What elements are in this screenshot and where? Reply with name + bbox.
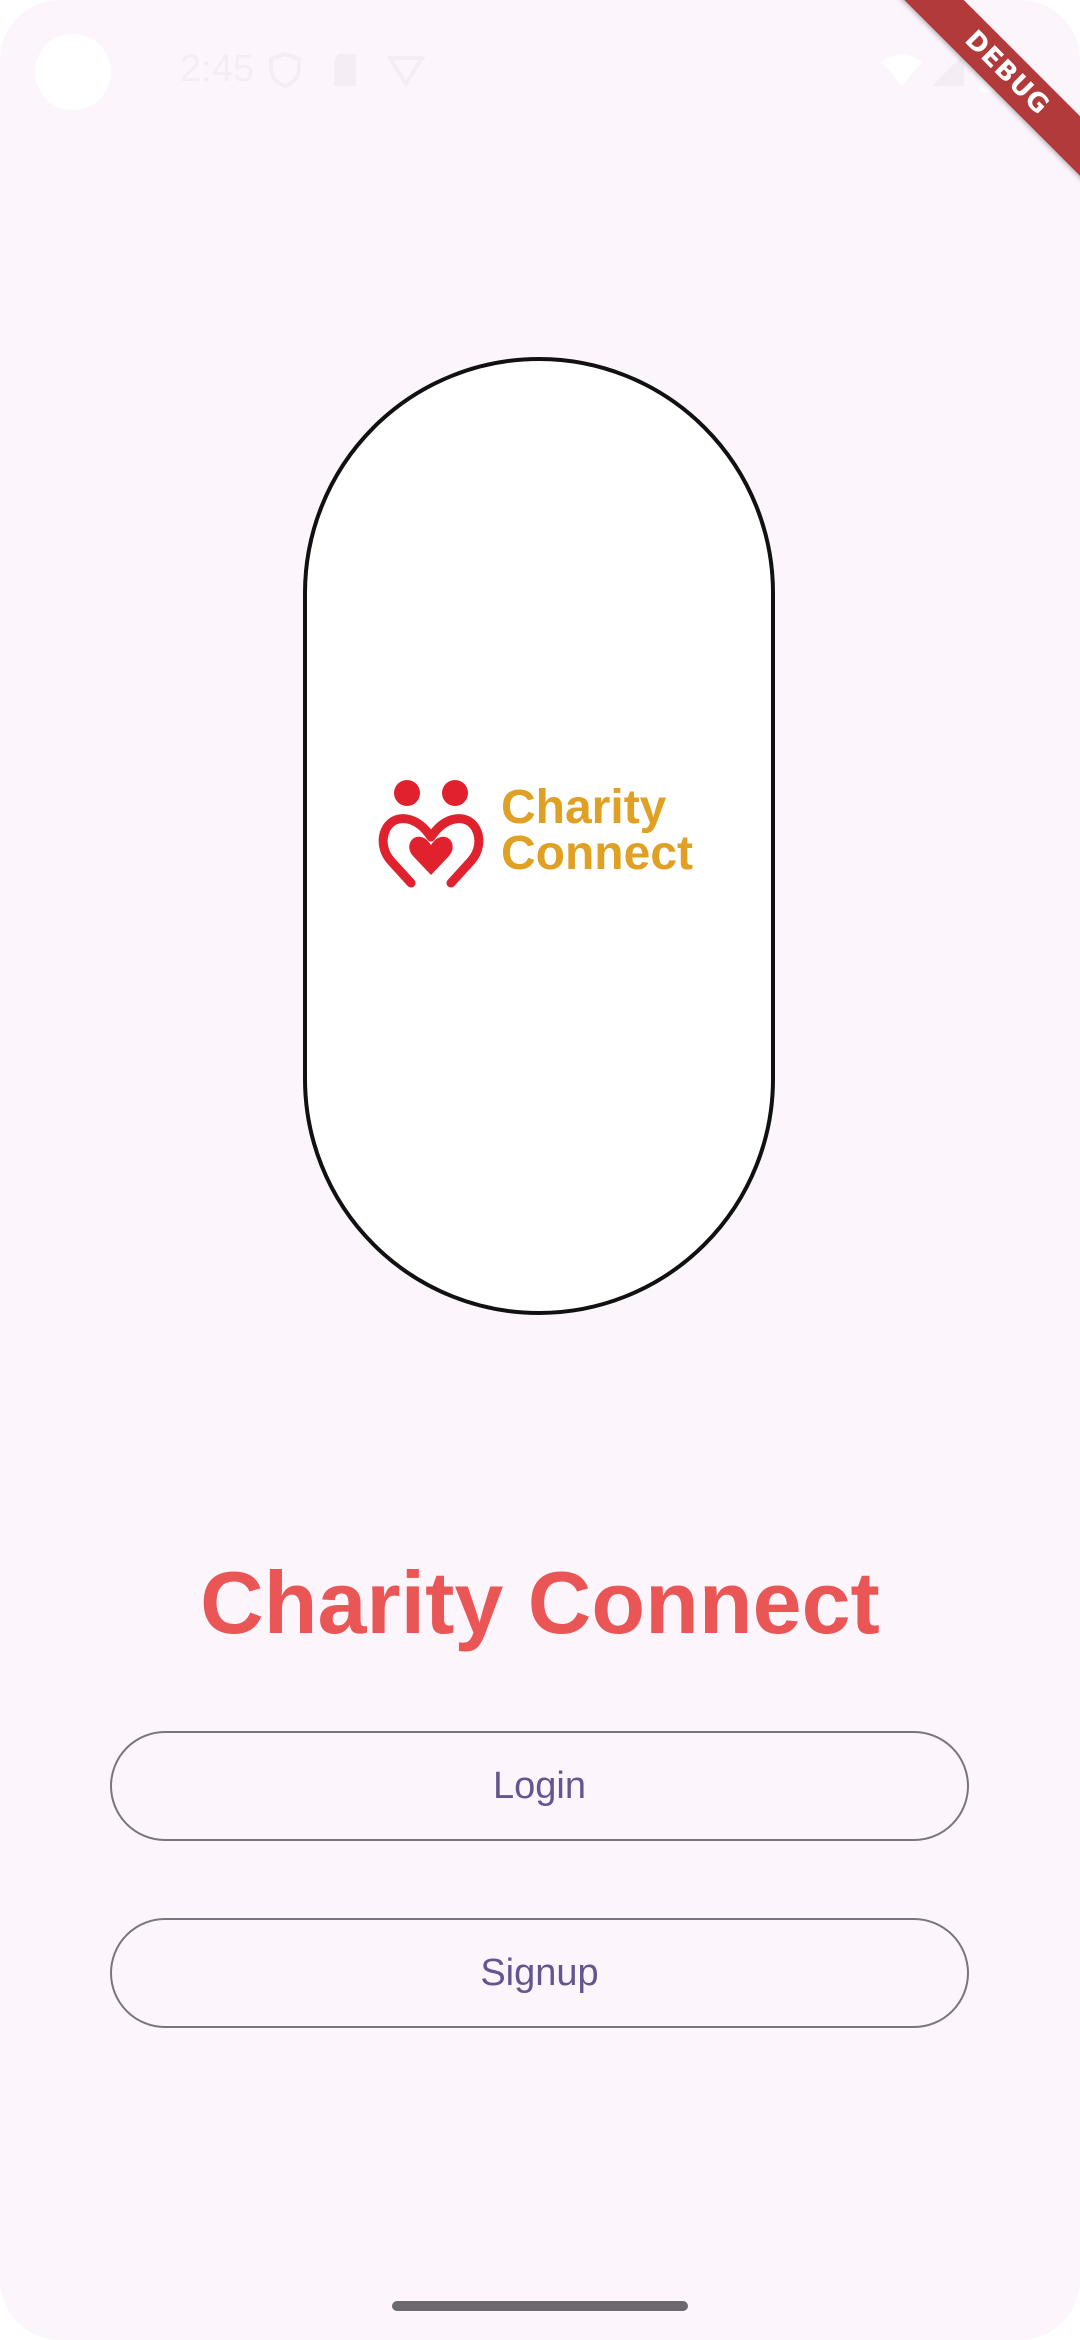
sd-card-icon: [334, 54, 356, 86]
logo-text-line1: Charity: [501, 781, 667, 834]
wifi-icon: [882, 54, 922, 86]
signup-button[interactable]: Signup: [110, 1918, 969, 2028]
logo-text-line2: Connect: [501, 827, 693, 880]
login-button[interactable]: Login: [110, 1731, 969, 1841]
logo-frame: Charity Connect: [303, 357, 775, 1315]
camera-cutout: [35, 34, 111, 110]
logo-wordmark: Charity Connect: [501, 781, 693, 880]
login-button-label: Login: [493, 1764, 586, 1807]
status-bar: 2:45: [0, 0, 1080, 140]
status-time: 2:45: [180, 48, 254, 90]
home-indicator[interactable]: [392, 2301, 688, 2311]
signup-button-label: Signup: [480, 1951, 599, 1994]
vpn-icon: [386, 56, 426, 88]
heart-people-icon: [378, 780, 484, 888]
app-title: Charity Connect: [200, 1553, 880, 1652]
splash-screen: 2:45 DEBUG Charity Connect Charity Conne…: [0, 0, 1080, 2340]
cell-signal-icon: [932, 54, 964, 86]
shield-icon: [269, 52, 301, 88]
app-logo: Charity Connect: [377, 779, 717, 899]
